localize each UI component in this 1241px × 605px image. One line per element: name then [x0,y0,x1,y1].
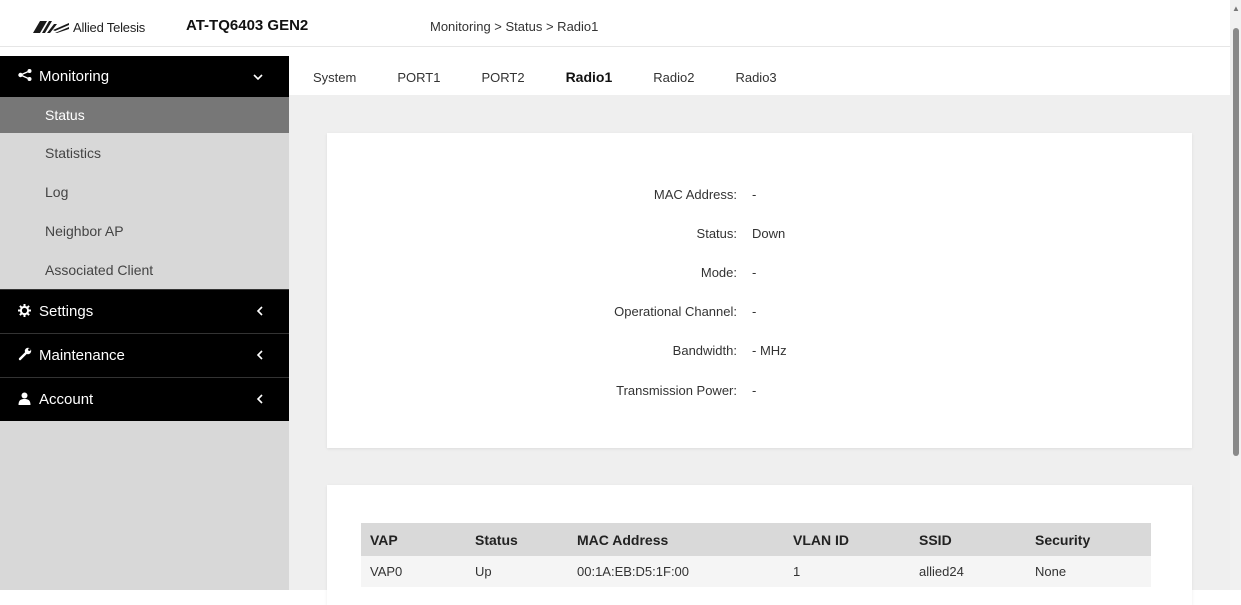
column-header-vap: VAP [361,523,466,556]
sidebar-section-label: Settings [39,303,94,320]
cell-security: None [1026,556,1151,587]
cell-vlan-id: 1 [784,556,910,587]
share-icon [18,69,36,84]
header-bar: Allied Telesis AT-TQ6403 GEN2 Monitoring… [0,0,1230,47]
sidebar-item-statistics[interactable]: Statistics [0,133,289,172]
tab-radio3[interactable]: Radio3 [735,70,776,95]
breadcrumb: Monitoring > Status > Radio1 [430,19,599,34]
info-label: Transmission Power: [616,383,737,398]
info-value: - [752,265,757,280]
user-icon [18,392,36,408]
info-value: - [752,187,757,202]
tab-radio2[interactable]: Radio2 [653,70,694,95]
cell-ssid: allied24 [910,556,1026,587]
info-value: - [752,304,757,319]
sidebar-section-label: Monitoring [39,68,110,85]
tab-port1[interactable]: PORT1 [397,70,440,95]
info-row-mode: Mode: - [327,265,1192,285]
sidebar: Monitoring Status Statistics Log Neighbo… [0,56,289,590]
sidebar-section-account[interactable]: Account [0,377,289,421]
info-row-operational-channel: Operational Channel: - [327,304,1192,324]
info-row-status: Status: Down [327,226,1192,246]
sidebar-item-associated-client[interactable]: Associated Client [0,250,289,289]
vap-table: VAP Status MAC Address VLAN ID SSID Secu… [361,523,1151,587]
info-label: Mode: [700,265,737,280]
sidebar-section-maintenance[interactable]: Maintenance [0,333,289,377]
column-header-vlan-id: VLAN ID [784,523,910,556]
sidebar-item-status[interactable]: Status [0,97,289,133]
table-row: VAP0 Up 00:1A:EB:D5:1F:00 1 allied24 Non… [361,556,1151,587]
chevron-left-icon [256,305,263,319]
info-label: Status: [696,226,737,241]
column-header-mac-address: MAC Address [568,523,784,556]
column-header-ssid: SSID [910,523,1026,556]
table-header-row: VAP Status MAC Address VLAN ID SSID Secu… [361,523,1151,556]
sidebar-section-label: Account [39,391,94,408]
cell-status: Up [466,556,568,587]
tab-bar: System PORT1 PORT2 Radio1 Radio2 Radio3 [289,56,1230,95]
column-header-status: Status [466,523,568,556]
wrench-icon [18,347,36,364]
sidebar-section-label: Maintenance [39,347,125,364]
device-model: AT-TQ6403 GEN2 [186,17,309,34]
cell-vap: VAP0 [361,556,466,587]
scroll-up-arrow-icon[interactable]: ▲ [1232,4,1240,13]
cell-mac-address: 00:1A:EB:D5:1F:00 [568,556,784,587]
page-scrollbar[interactable]: ▲ [1230,0,1241,590]
sidebar-section-settings[interactable]: Settings [0,289,289,333]
logo-text: Allied Telesis [73,19,146,35]
tab-port2[interactable]: PORT2 [481,70,524,95]
sidebar-item-log[interactable]: Log [0,172,289,211]
allied-telesis-logo[interactable]: Allied Telesis [33,18,145,36]
info-label: Operational Channel: [614,304,737,319]
chevron-left-icon [256,349,263,363]
gear-icon [18,303,36,320]
scrollbar-thumb[interactable] [1233,28,1239,456]
info-value: Down [752,226,786,241]
sidebar-item-neighbor-ap[interactable]: Neighbor AP [0,211,289,250]
info-label: Bandwidth: [672,343,737,358]
info-row-transmission-power: Transmission Power: - [327,383,1192,403]
radio-info-card: MAC Address: - Status: Down Mode: - Oper… [327,133,1192,448]
allied-telesis-logo-icon [33,21,69,33]
main-content: System PORT1 PORT2 Radio1 Radio2 Radio3 … [289,56,1230,605]
chevron-left-icon [256,393,263,407]
info-value: - [752,383,757,398]
tab-radio1[interactable]: Radio1 [566,69,613,95]
vap-table-card: VAP Status MAC Address VLAN ID SSID Secu… [327,485,1192,605]
info-value: - MHz [752,343,787,358]
info-label: MAC Address: [653,187,737,202]
info-row-bandwidth: Bandwidth: - MHz [327,343,1192,363]
column-header-security: Security [1026,523,1151,556]
tab-system[interactable]: System [313,70,356,95]
chevron-down-icon [253,70,263,84]
info-row-mac-address: MAC Address: - [327,187,1192,207]
sidebar-section-monitoring[interactable]: Monitoring [0,56,289,97]
